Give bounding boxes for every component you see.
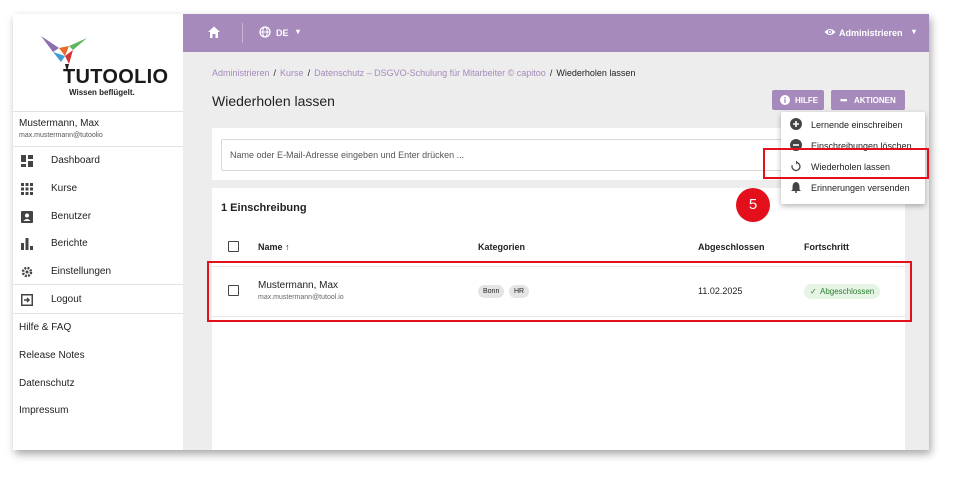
sidebar-item-label: Dashboard [51, 155, 100, 166]
logout-icon [21, 294, 33, 306]
sidebar-item-berichte[interactable]: Berichte [13, 231, 183, 257]
admin-menu-button[interactable]: Administrieren ▾ [824, 26, 924, 40]
breadcrumb-separator: / [307, 68, 311, 78]
column-header-name[interactable]: Name ↑ [258, 242, 290, 252]
home-icon[interactable] [207, 25, 221, 39]
sidebar-item-label: Kurse [51, 183, 78, 194]
column-header-fortschritt[interactable]: Fortschritt [804, 242, 849, 252]
more-horizontal-icon: ••• [840, 95, 848, 105]
actions-label: AKTIONEN [854, 96, 896, 105]
sidebar-item-logout[interactable]: Logout [13, 287, 183, 313]
divider [13, 313, 183, 314]
actions-button[interactable]: ••• AKTIONEN [831, 90, 905, 110]
sidebar-item-label: Benutzer [51, 211, 92, 222]
user-card-icon [21, 211, 33, 223]
sidebar-item-einstellungen[interactable]: Einstellungen [13, 259, 183, 285]
dashboard-icon [21, 155, 33, 167]
breadcrumb-link[interactable]: Datenschutz – DSGVO-Schulung für Mitarbe… [314, 68, 546, 78]
sidebar-item-benutzer[interactable]: Benutzer [13, 204, 183, 230]
enrollment-count: 1 Einschreibung [221, 202, 307, 214]
breadcrumb-separator: / [549, 68, 553, 78]
sidebar-link-datenschutz[interactable]: Datenschutz [19, 378, 75, 389]
sidebar-item-label: Einstellungen [51, 266, 112, 277]
column-header-abgeschlossen[interactable]: Abgeschlossen [698, 242, 765, 252]
info-icon [780, 95, 790, 105]
caret-down-icon: ▾ [296, 27, 301, 36]
menu-item-label: Erinnerungen versenden [811, 183, 910, 193]
divider [13, 284, 183, 285]
breadcrumb: Administrieren / Kurse / Datenschutz – DSGVO… [212, 68, 635, 78]
logo-tagline: Wissen beflügelt. [69, 88, 135, 97]
sidebar-item-label: Logout [51, 294, 82, 305]
sidebar-link-impressum[interactable]: Impressum [19, 405, 68, 416]
user-name: Mustermann, Max [19, 118, 100, 129]
column-header-label: Name [258, 242, 283, 252]
admin-label: Administrieren [839, 28, 903, 38]
sidebar-link-hilfe-faq[interactable]: Hilfe & FAQ [19, 322, 71, 333]
gear-icon [21, 266, 33, 278]
bell-icon [791, 182, 801, 193]
highlight-learner-row [207, 261, 912, 322]
bar-chart-icon [21, 238, 33, 250]
plus-circle-icon [790, 118, 802, 130]
globe-icon [259, 26, 271, 38]
breadcrumb-link[interactable]: Kurse [280, 68, 304, 78]
breadcrumb-current: Wiederholen lassen [556, 68, 636, 78]
step-number-badge: 5 [736, 188, 770, 222]
language-label: DE [276, 28, 289, 38]
breadcrumb-separator: / [273, 68, 277, 78]
help-button[interactable]: HILFE [772, 90, 824, 110]
divider [13, 111, 183, 112]
breadcrumb-link[interactable]: Administrieren [212, 68, 270, 78]
logo-text: TUTOOLIO [63, 66, 169, 88]
sidebar-item-dashboard[interactable]: Dashboard [13, 148, 183, 174]
user-email: max.mustermann@tutoolio [19, 132, 103, 139]
sort-arrow-up-icon: ↑ [285, 242, 290, 252]
logo[interactable]: TUTOOLIO Wissen beflügelt. [35, 32, 175, 98]
menu-item-enroll-learners[interactable]: Lernende einschreiben [781, 115, 925, 135]
help-label: HILFE [795, 96, 819, 105]
highlight-repeat-menu-item [763, 148, 929, 179]
divider [13, 146, 183, 147]
column-header-kategorien[interactable]: Kategorien [478, 242, 525, 252]
menu-item-send-reminders[interactable]: Erinnerungen versenden [781, 178, 925, 198]
select-all-checkbox[interactable] [228, 241, 239, 252]
eye-icon [824, 29, 836, 35]
sidebar: TUTOOLIO Wissen beflügelt. Mustermann, M… [13, 14, 183, 450]
app-window: TUTOOLIO Wissen beflügelt. Mustermann, M… [13, 14, 929, 450]
top-bar: DE ▾ Administrieren ▾ [183, 14, 929, 52]
page-title: Wiederholen lassen [212, 93, 335, 109]
sidebar-link-release-notes[interactable]: Release Notes [19, 350, 85, 361]
menu-item-label: Lernende einschreiben [811, 120, 903, 130]
divider [242, 23, 243, 43]
sidebar-item-label: Berichte [51, 238, 88, 249]
grid-icon [21, 183, 33, 195]
sidebar-item-kurse[interactable]: Kurse [13, 176, 183, 202]
caret-down-icon: ▾ [912, 27, 917, 36]
